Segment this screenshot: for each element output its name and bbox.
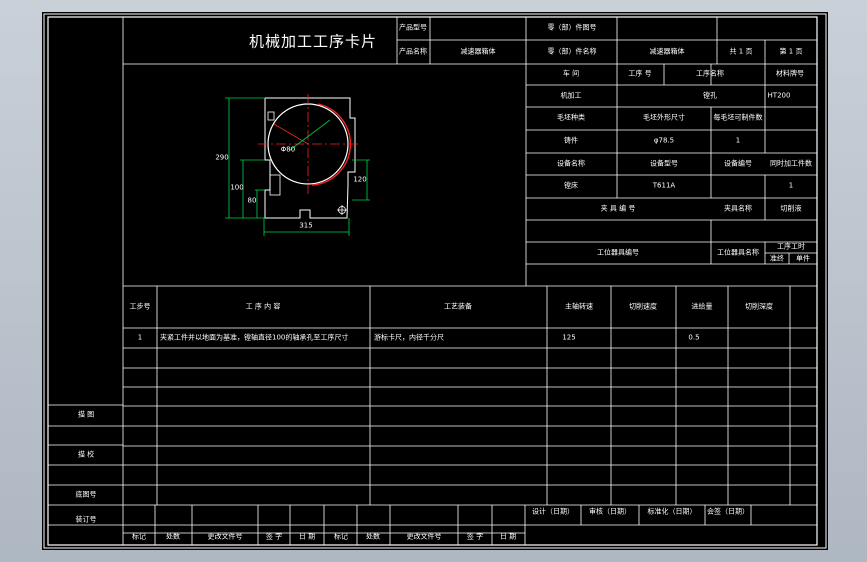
workshop-label: 车 间 [562,69,580,78]
step-header-1: 工 序 内 容 [245,302,281,311]
station-tool-name-label: 工位器具名称 [717,248,759,257]
revision-label-9: 日 期 [499,532,517,541]
sign-label-0: 设计（日期） [532,507,574,516]
part-drawing-no-label: 零（部）件图号 [547,23,597,32]
fixture-no-label: 夹 具 编 号 [600,204,636,213]
parts-per-blank-label: 每毛坯可制件数 [713,113,763,122]
step-header-3: 主轴转速 [565,302,593,311]
step-equipment: 游标卡尺，内径千分尺 [374,333,444,342]
sign-label-3: 会签（日期） [707,507,749,516]
sign-label-2: 标准化（日期） [647,507,697,516]
step-header-6: 切削深度 [745,302,773,311]
dimension-text-0: 290 [215,153,229,162]
blank-type-value: 铸件 [564,136,578,145]
part-name-label: 零（部）件名称 [547,47,597,56]
page-number: 第 1 页 [779,47,803,56]
dimension-text-3: 120 [353,175,367,184]
revision-label-8: 签 字 [466,532,484,541]
revision-label-1: 处数 [166,532,180,541]
part-drawing [225,94,370,236]
blank-type-label: 毛坯种类 [557,113,585,122]
machined-arc [311,103,352,186]
parts-per-blank-value: 1 [735,136,741,145]
fixture-name-label: 夹具名称 [724,204,752,213]
revision-label-0: 标记 [132,532,146,541]
step-no: 1 [137,333,143,342]
check-label: 描 校 [77,450,95,459]
revision-label-4: 日 期 [298,532,316,541]
step-header-2: 工艺装备 [444,302,472,311]
product-name-label: 产品名称 [399,47,427,56]
material-label: 材料牌号 [776,69,804,78]
housing-outline [264,97,356,219]
prep-label: 准终 [770,254,784,263]
step-header-0: 工步号 [129,302,151,311]
equipment-name-label: 设备名称 [557,159,585,168]
simultaneous-parts-label: 同时加工件数 [770,159,812,168]
process-hours-label: 工序工时 [777,242,805,251]
dimension-text-4: 315 [299,221,313,230]
equipment-model-label: 设备型号 [650,159,678,168]
coolant-label: 切削液 [780,204,802,213]
diameter-leader [289,119,331,151]
revision-label-2: 更改文件号 [207,532,243,541]
blank-size-value: φ78.5 [653,136,675,145]
inner-border [47,16,818,546]
base-no-label: 底图号 [75,490,97,499]
foot-feature [269,174,281,196]
material-value: HT200 [767,91,791,100]
revision-label-3: 签 字 [265,532,283,541]
process-name-value: 镗孔 [703,91,717,100]
product-name-value: 减速器箱体 [460,47,496,56]
dimension-text-1: 100 [230,183,244,192]
step-header-5: 进给量 [691,302,713,311]
blank-size-label: 毛坯外形尺寸 [643,113,685,122]
revision-label-6: 处数 [366,532,380,541]
step-feed: 0.5 [688,333,700,342]
process-name-label: 工序名称 [696,69,724,78]
process-card-sheet: 机械加工工序卡片 产品型号产品名称 减速器箱体 零（部）件图号 零（部）件名称 减速器箱体… [42,12,828,550]
product-model-label: 产品型号 [399,23,427,32]
total-pages: 共 1 页 [729,47,753,56]
card-title: 机械加工工序卡片 [248,32,378,51]
dimension-text-5: Φ80 [280,145,296,154]
unit-label: 单件 [796,254,810,263]
dimension-text-2: 80 [247,196,257,205]
step-content: 夹紧工件并以地面为基准，镗轴直径100的轴承孔至工序尺寸 [160,333,349,342]
simultaneous-parts-value: 1 [788,181,794,190]
equipment-name-value: 镗床 [564,181,578,190]
revision-label-7: 更改文件号 [406,532,442,541]
trace-label: 描 图 [77,410,95,419]
equipment-model-value: T611A [652,181,676,190]
workshop-value: 机加工 [560,91,582,100]
step-header-4: 切削速度 [629,302,657,311]
part-name-value: 减速器箱体 [649,47,685,56]
process-no-label: 工序 号 [628,69,652,78]
boss-feature [267,111,275,121]
radius-leader [273,123,309,145]
revision-label-5: 标记 [334,532,348,541]
station-tool-no-label: 工位器具编号 [597,248,639,257]
binding-no-label: 装订号 [75,515,97,524]
step-spindle-speed: 125 [562,333,576,342]
sign-label-1: 审核（日期） [589,507,631,516]
equipment-no-label: 设备编号 [724,159,752,168]
